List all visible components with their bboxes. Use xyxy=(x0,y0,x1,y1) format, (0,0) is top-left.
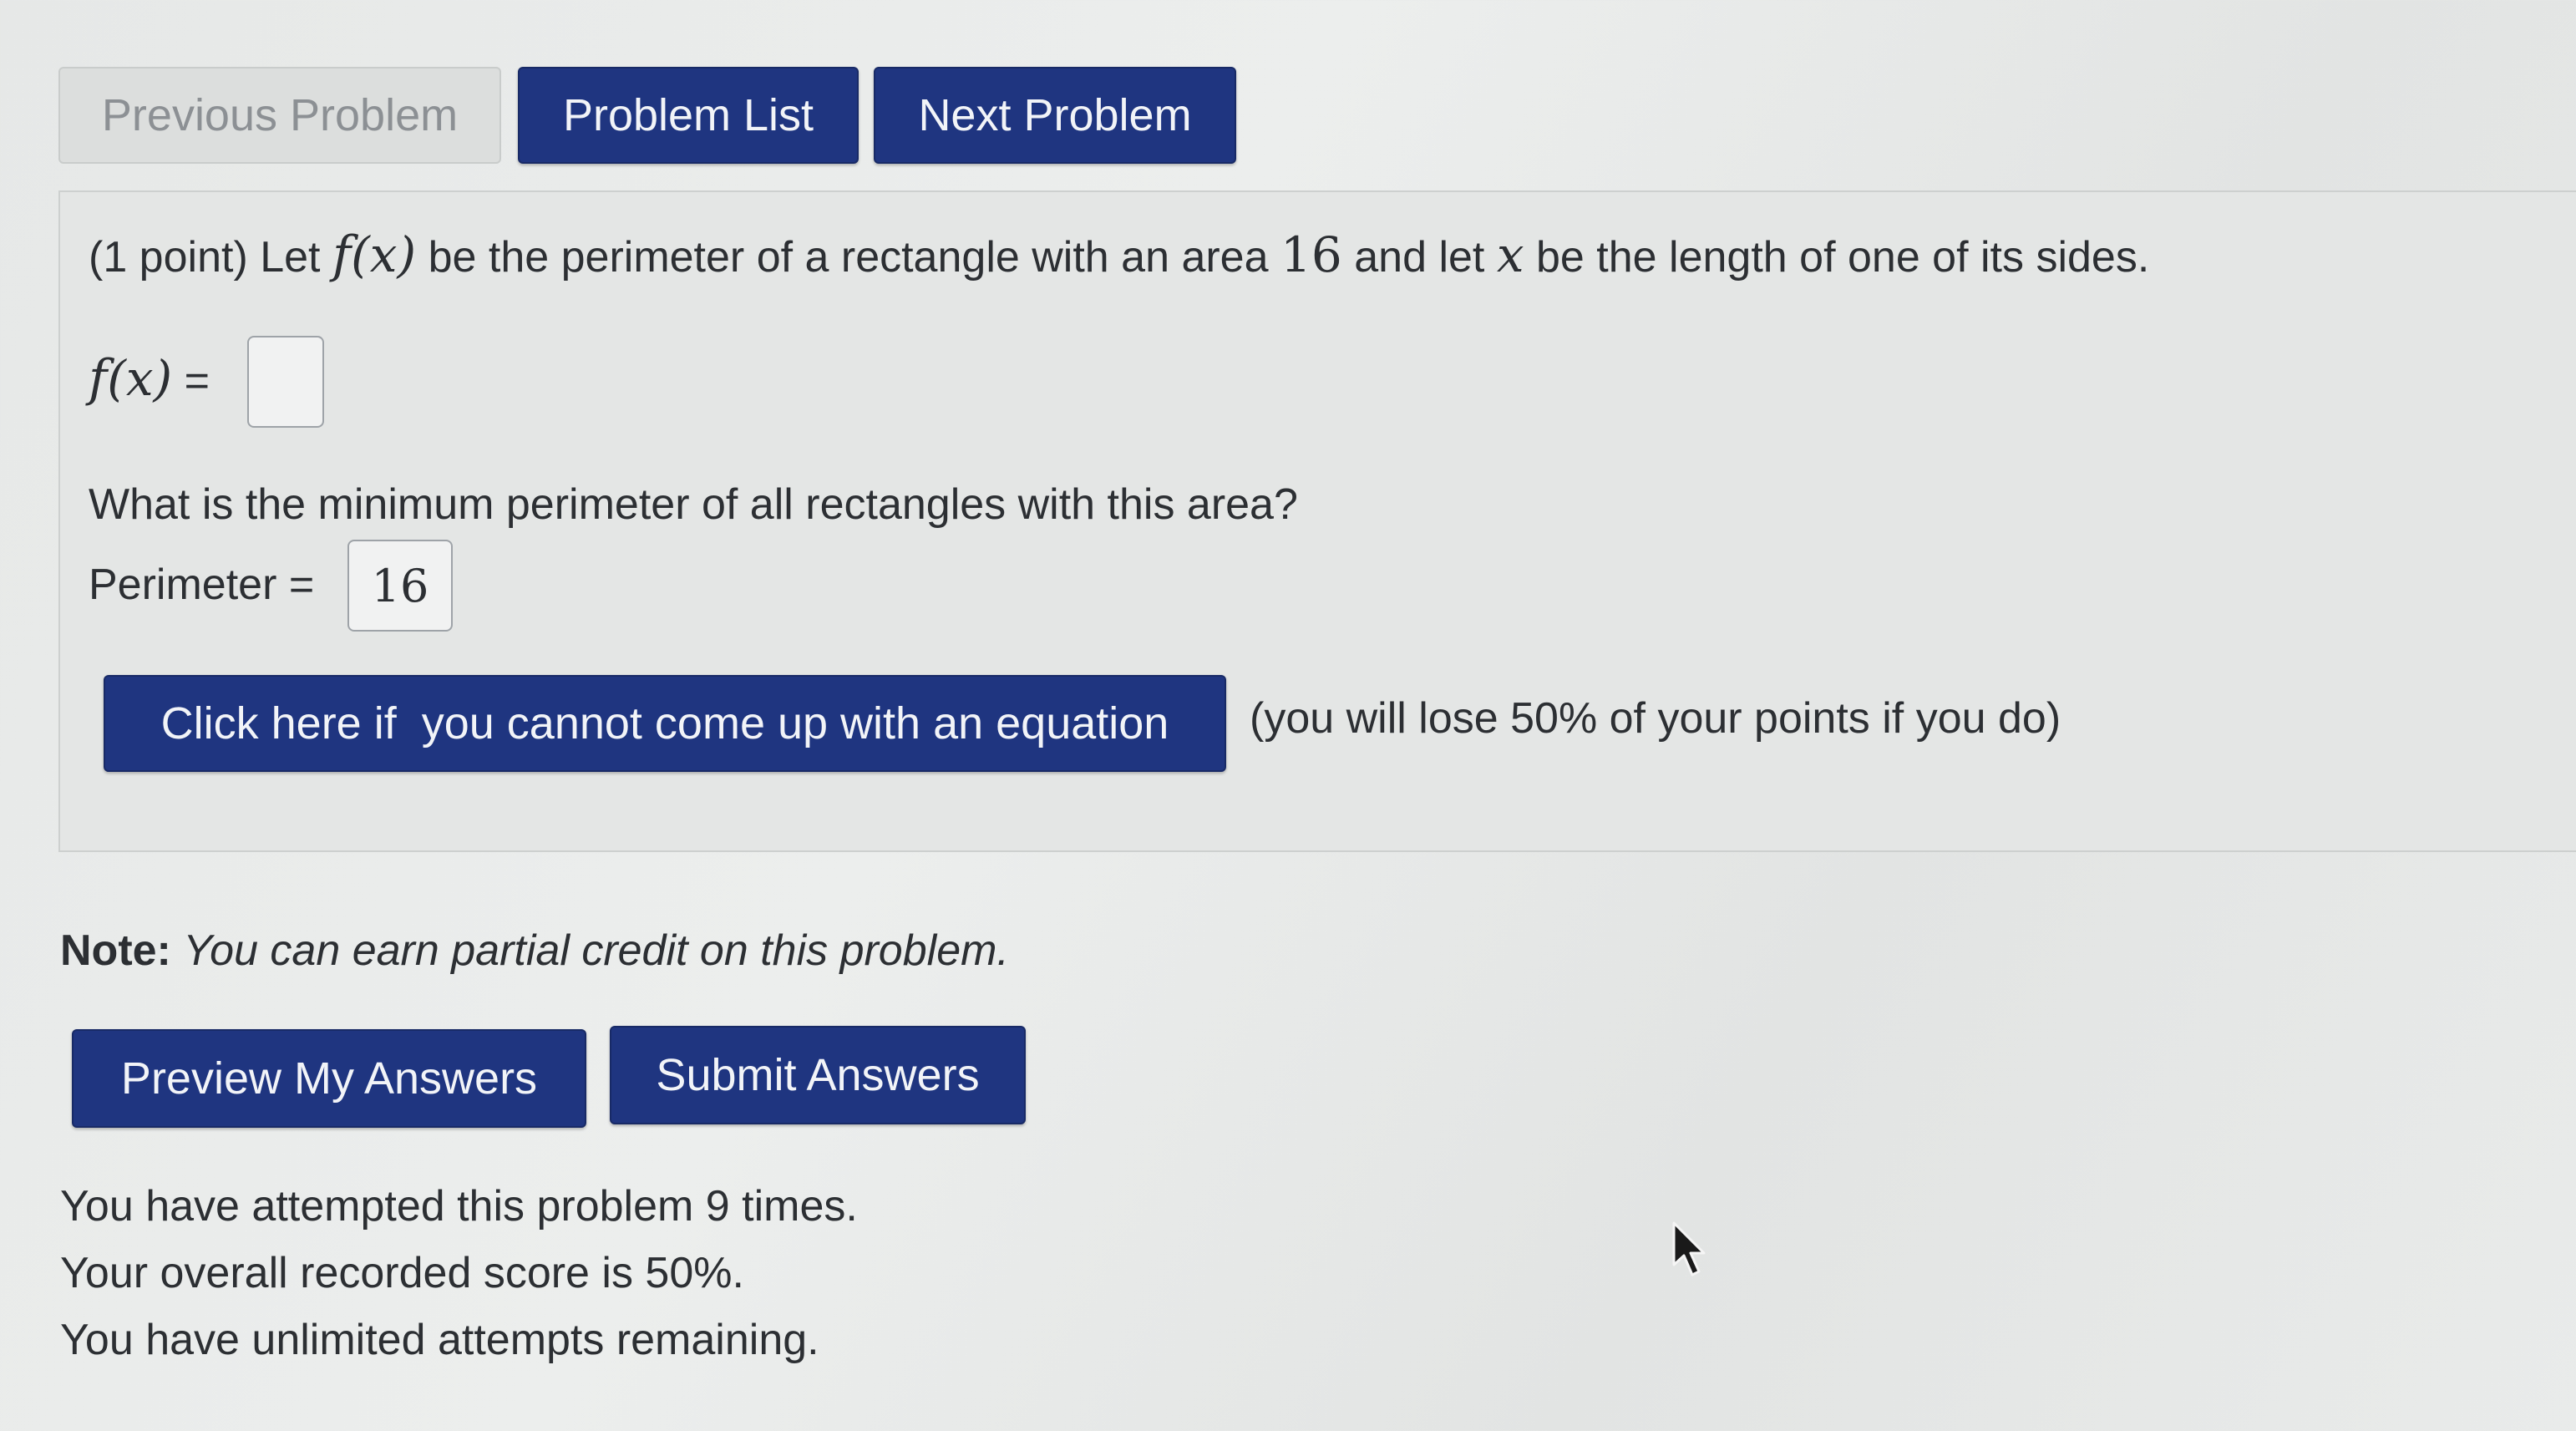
submit-answers-button[interactable]: Submit Answers xyxy=(610,1026,1026,1124)
function-answer-label: f(x) = xyxy=(89,349,210,408)
previous-problem-button[interactable]: Previous Problem xyxy=(58,67,501,164)
cannot-find-equation-button[interactable]: Click here if you cannot come up with an… xyxy=(104,675,1226,772)
area-value: 16 xyxy=(1280,226,1342,283)
note-text: You can earn partial credit on this prob… xyxy=(183,926,1009,975)
function-label-args: (x) xyxy=(107,350,173,407)
function-label-equals: = xyxy=(184,357,210,405)
function-args: (x) xyxy=(351,226,417,283)
score-message: Your overall recorded score is 50%. xyxy=(60,1249,744,1297)
function-label-name: f xyxy=(89,349,108,408)
statement-middle-2: and let xyxy=(1354,233,1485,282)
preview-answers-button[interactable]: Preview My Answers xyxy=(72,1029,586,1128)
mouse-pointer-icon xyxy=(1672,1221,1706,1276)
submit-answers-label: Submit Answers xyxy=(656,1050,980,1100)
note-label: Note: xyxy=(60,926,171,975)
question-text: What is the minimum perimeter of all rec… xyxy=(89,480,1298,529)
partial-credit-note: Note: You can earn partial credit on thi… xyxy=(60,926,1009,976)
problem-list-label: Problem List xyxy=(562,90,814,140)
cannot-find-equation-label: Click here if you cannot come up with an… xyxy=(160,698,1169,748)
perimeter-answer-input[interactable]: 16 xyxy=(347,540,453,632)
function-name: f xyxy=(332,226,352,284)
function-answer-input[interactable] xyxy=(247,336,324,428)
perimeter-answer-value: 16 xyxy=(371,559,429,612)
next-problem-button[interactable]: Next Problem xyxy=(874,67,1236,164)
problem-statement: (1 point) Let f(x) be the perimeter of a… xyxy=(89,226,2149,284)
statement-middle-1: be the perimeter of a rectangle with an … xyxy=(428,233,1269,282)
previous-problem-label: Previous Problem xyxy=(101,90,459,140)
perimeter-label: Perimeter = xyxy=(89,561,315,609)
variable-x: x xyxy=(1496,226,1524,283)
problem-list-button[interactable]: Problem List xyxy=(518,67,859,164)
attempts-message: You have attempted this problem 9 times. xyxy=(60,1182,858,1231)
equation-warning: (you will lose 50% of your points if you… xyxy=(1250,694,2061,743)
points-intro: (1 point) Let xyxy=(89,233,321,282)
next-problem-label: Next Problem xyxy=(918,90,1192,140)
remaining-attempts-message: You have unlimited attempts remaining. xyxy=(60,1316,819,1364)
preview-answers-label: Preview My Answers xyxy=(120,1053,538,1104)
statement-end: be the length of one of its sides. xyxy=(1536,233,2150,282)
